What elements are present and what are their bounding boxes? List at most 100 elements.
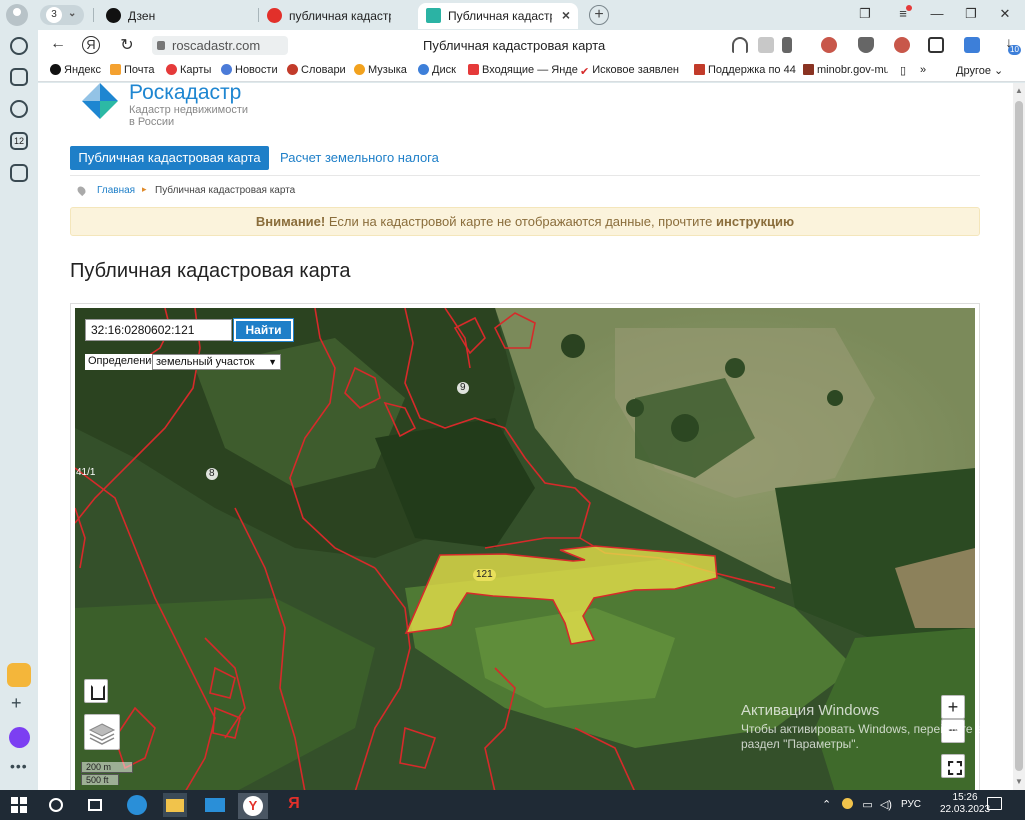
fullscreen-button[interactable]: [941, 754, 965, 778]
extension-icon[interactable]: [928, 37, 944, 53]
back-icon[interactable]: ←: [47, 35, 69, 55]
url-text: roscadastr.com: [172, 38, 261, 53]
bookmark-support-44[interactable]: Поддержка по 44: [694, 64, 798, 76]
minimize-button[interactable]: —: [927, 6, 947, 24]
yandex-icon: [50, 64, 61, 75]
tab-cadastral-map[interactable]: Публичная кадастровая ×: [418, 3, 578, 29]
reader-mode-icon[interactable]: [758, 37, 774, 53]
video-icon[interactable]: [10, 100, 28, 118]
add-icon[interactable]: +: [11, 693, 22, 714]
nav-cadastral-map[interactable]: Публичная кадастровая карта: [70, 146, 269, 170]
windows-start-icon[interactable]: [11, 797, 27, 813]
breadcrumb-home-link[interactable]: Главная: [97, 185, 135, 196]
screenshot-icon[interactable]: [10, 164, 28, 182]
bookmark-yandex[interactable]: Яндекс: [50, 64, 101, 76]
bookmarks-more[interactable]: »: [920, 64, 926, 76]
extension-icon[interactable]: [894, 37, 910, 53]
scroll-thumb[interactable]: [1015, 101, 1023, 771]
bookmark-dictionaries[interactable]: Словари: [287, 64, 346, 76]
alice-assistant-icon[interactable]: [9, 727, 30, 748]
close-tab-icon[interactable]: ×: [562, 7, 570, 23]
watermark-line: раздел "Параметры".: [741, 737, 859, 751]
tab-separator: [93, 8, 94, 22]
parcel-label[interactable]: 41/1: [75, 467, 98, 479]
roscadastr-logo[interactable]: [82, 83, 118, 119]
bookmark-label: Карты: [180, 64, 212, 76]
yandex-app-icon[interactable]: Я: [284, 795, 304, 815]
bookmark-icon[interactable]: [782, 37, 792, 53]
bookmark-music[interactable]: Музыка: [354, 64, 407, 76]
notifications-icon[interactable]: [987, 797, 1002, 810]
yandex-browser-taskbar-icon[interactable]: Y: [238, 793, 268, 819]
close-window-button[interactable]: ✕: [995, 6, 1015, 24]
page-content: Роскадастр Кадастр недвижимости в России…: [38, 83, 1013, 790]
collections-icon[interactable]: [10, 68, 28, 86]
scroll-down-icon[interactable]: ▼: [1015, 777, 1023, 786]
alert-instruction-link[interactable]: инструкцию: [716, 214, 794, 229]
file-explorer-icon[interactable]: [163, 793, 187, 817]
headphones-icon[interactable]: [732, 37, 748, 53]
extension-icon[interactable]: [821, 37, 837, 53]
volume-icon[interactable]: ◁): [880, 799, 892, 811]
maximize-button[interactable]: ❐: [961, 6, 981, 24]
calendar-icon[interactable]: 12: [10, 132, 28, 150]
mail-icon[interactable]: [7, 663, 31, 687]
tab-search-cadastral[interactable]: публичная кадастровая к: [259, 3, 417, 29]
clock[interactable]: 15:26 22.03.2023: [940, 792, 990, 816]
downloads-badge: 10: [1008, 45, 1021, 55]
history-icon[interactable]: [10, 37, 28, 55]
bookmark-news[interactable]: Новости: [221, 64, 278, 76]
profile-avatar-icon[interactable]: [6, 4, 28, 26]
bookmark-inbox[interactable]: Входящие — Янде: [468, 64, 598, 76]
tray-app-icon[interactable]: [842, 798, 854, 809]
system-tray[interactable]: ⌃ ▭ ◁): [822, 798, 892, 811]
bookmark-label: Почта: [124, 64, 155, 76]
bookmark-label: Поддержка по 44: [708, 64, 796, 76]
parcel-label[interactable]: 9: [457, 382, 469, 394]
task-view-icon[interactable]: [88, 799, 102, 811]
document-icon[interactable]: ▯: [900, 64, 906, 77]
download-icon[interactable]: ↓ 10: [1002, 34, 1021, 55]
edge-browser-icon[interactable]: [127, 795, 147, 815]
bookmark-claim[interactable]: ✔ Исковое заявлен: [580, 64, 680, 76]
bookmark-minobr[interactable]: minobr.gov-mu: [803, 64, 888, 76]
new-tab-button[interactable]: +: [589, 5, 609, 25]
news-icon: [221, 64, 232, 75]
page-scrollbar[interactable]: ▲ ▼: [1013, 83, 1025, 790]
parcel-label-selected[interactable]: 121: [473, 569, 496, 581]
layers-icon: [88, 723, 116, 745]
tab-counter-button[interactable]: 3 ⌄: [40, 5, 84, 25]
find-button[interactable]: Найти: [233, 318, 294, 342]
bookmarks-panel-icon[interactable]: ❐: [855, 6, 875, 24]
search-icon[interactable]: [49, 798, 63, 812]
bookmark-disk[interactable]: Диск: [418, 64, 456, 76]
chevron-up-icon[interactable]: ⌃: [822, 799, 831, 811]
bookmark-mail[interactable]: Почта: [110, 64, 155, 76]
yandex-logo-icon[interactable]: Я: [82, 36, 100, 54]
layers-button[interactable]: [84, 714, 120, 750]
breadcrumb-separator: ▸: [142, 184, 147, 194]
extension-icon[interactable]: [858, 37, 874, 53]
tab-dzen[interactable]: Дзен: [98, 3, 256, 29]
folder-shape: [166, 799, 184, 812]
bookmarks-bar: Яндекс Почта Карты Новости Словари Музык…: [38, 60, 1025, 82]
language-indicator[interactable]: РУС: [901, 799, 921, 810]
nav-land-tax[interactable]: Расчет земельного налога: [280, 150, 439, 165]
site-icon: [803, 64, 814, 75]
mail-app-icon[interactable]: [205, 798, 225, 812]
menu-icon[interactable]: ≡: [893, 5, 913, 24]
definition-value: земельный участок: [156, 356, 255, 368]
cadastral-number-input[interactable]: [85, 319, 232, 341]
brand-name[interactable]: Роскадастр: [129, 83, 241, 105]
bookmark-maps[interactable]: Карты: [166, 64, 211, 76]
parcel-label[interactable]: 8: [206, 468, 218, 480]
scroll-up-icon[interactable]: ▲: [1015, 86, 1023, 95]
bookmarks-other[interactable]: Другое ⌄: [956, 64, 1003, 77]
network-icon[interactable]: ▭: [862, 799, 872, 811]
bookmark-label: Другое: [956, 65, 991, 77]
area-select-tool[interactable]: [84, 679, 108, 703]
definition-select[interactable]: земельный участок ▼: [152, 354, 281, 370]
extension-icon[interactable]: [964, 37, 980, 53]
reload-icon[interactable]: ↻: [116, 35, 138, 55]
more-icon[interactable]: •••: [10, 758, 28, 774]
